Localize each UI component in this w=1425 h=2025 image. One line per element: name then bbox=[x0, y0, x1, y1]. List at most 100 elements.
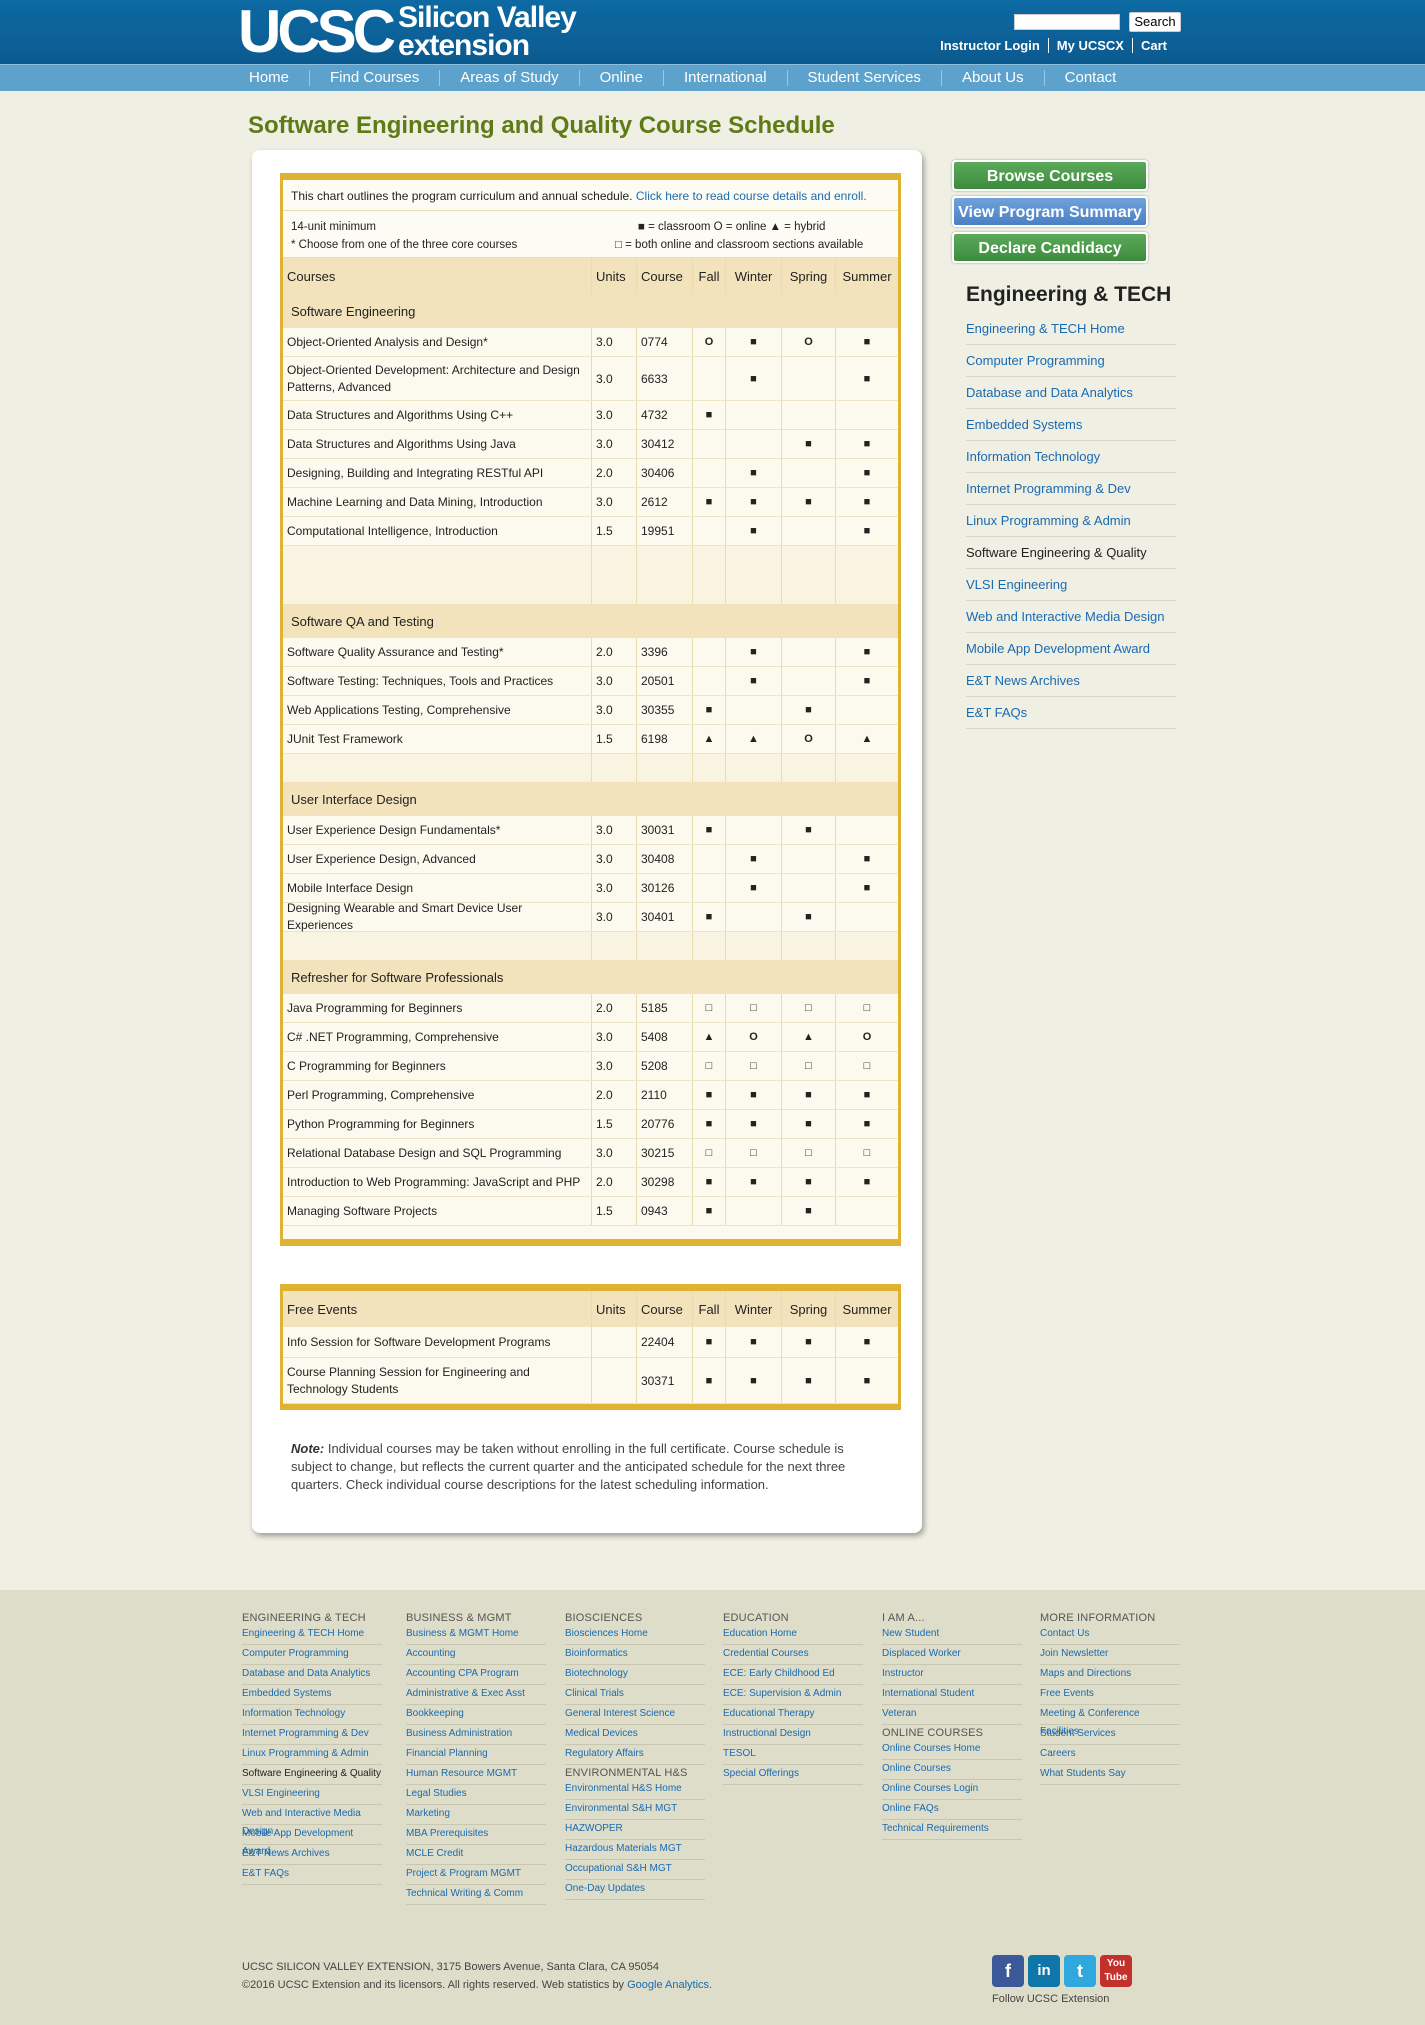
facebook-icon[interactable]: f bbox=[992, 1955, 1024, 1987]
footer-link[interactable]: Displaced Worker bbox=[882, 1645, 1022, 1665]
footer-link[interactable]: ECE: Early Childhood Ed bbox=[723, 1665, 863, 1685]
cell-course-title[interactable]: Data Structures and Algorithms Using C++ bbox=[283, 401, 592, 429]
sidebar-link[interactable]: Embedded Systems bbox=[966, 409, 1176, 441]
sidebar-link[interactable]: Internet Programming & Dev bbox=[966, 473, 1176, 505]
footer-link[interactable]: Online Courses bbox=[882, 1760, 1022, 1780]
cell-course-title[interactable]: Software Quality Assurance and Testing* bbox=[283, 638, 592, 666]
sidebar-link[interactable]: E&T FAQs bbox=[966, 697, 1176, 729]
sidebar-link[interactable]: Web and Interactive Media Design bbox=[966, 601, 1176, 633]
footer-link[interactable]: Business & MGMT Home bbox=[406, 1625, 546, 1645]
footer-link[interactable]: TESOL bbox=[723, 1745, 863, 1765]
footer-link[interactable]: Mobile App Development Award bbox=[242, 1825, 382, 1857]
footer-link[interactable]: Veteran bbox=[882, 1705, 1022, 1725]
footer-link[interactable]: Regulatory Affairs bbox=[565, 1745, 705, 1765]
footer-link[interactable]: International Student bbox=[882, 1685, 1022, 1705]
footer-link[interactable]: Instructional Design bbox=[723, 1725, 863, 1745]
sidebar-link[interactable]: Mobile App Development Award bbox=[966, 633, 1176, 665]
nav-about-us[interactable]: About Us bbox=[940, 70, 1044, 86]
cart-link[interactable]: Cart bbox=[1131, 38, 1175, 53]
sidebar-link[interactable]: E&T News Archives bbox=[966, 665, 1176, 697]
cell-course-title[interactable]: Introduction to Web Programming: JavaScr… bbox=[283, 1168, 592, 1196]
footer-link[interactable]: HAZWOPER bbox=[565, 1820, 705, 1840]
cell-course-title[interactable]: Python Programming for Beginners bbox=[283, 1110, 592, 1138]
footer-link[interactable]: Instructor bbox=[882, 1665, 1022, 1685]
footer-link[interactable]: Embedded Systems bbox=[242, 1685, 382, 1705]
cell-course-title[interactable]: Mobile Interface Design bbox=[283, 874, 592, 902]
footer-link[interactable]: Biotechnology bbox=[565, 1665, 705, 1685]
cell-course-title[interactable]: Web Applications Testing, Comprehensive bbox=[283, 696, 592, 724]
cell-course-title[interactable]: User Experience Design Fundamentals* bbox=[283, 816, 592, 844]
sidebar-link[interactable]: Linux Programming & Admin bbox=[966, 505, 1176, 537]
footer-link[interactable]: Administrative & Exec Asst bbox=[406, 1685, 546, 1705]
footer-link[interactable]: Online Courses Login bbox=[882, 1780, 1022, 1800]
cell-course-title[interactable]: Managing Software Projects bbox=[283, 1197, 592, 1225]
nav-home[interactable]: Home bbox=[234, 70, 309, 86]
cell-course-title[interactable]: Designing, Building and Integrating REST… bbox=[283, 459, 592, 487]
cell-course-title[interactable]: Machine Learning and Data Mining, Introd… bbox=[283, 488, 592, 516]
footer-link[interactable]: Financial Planning bbox=[406, 1745, 546, 1765]
course-details-link[interactable]: Click here to read course details and en… bbox=[636, 189, 867, 203]
view-program-summary-button[interactable]: View Program Summary bbox=[952, 196, 1148, 227]
footer-link[interactable]: Special Offerings bbox=[723, 1765, 863, 1785]
ucsc-extension-logo[interactable]: UCSC Silicon Valley extension bbox=[238, 2, 577, 62]
footer-link[interactable]: Environmental S&H MGT bbox=[565, 1800, 705, 1820]
nav-find-courses[interactable]: Find Courses bbox=[309, 70, 439, 86]
sidebar-link[interactable]: Information Technology bbox=[966, 441, 1176, 473]
youtube-icon[interactable]: You Tube bbox=[1100, 1955, 1132, 1987]
footer-link[interactable]: Credential Courses bbox=[723, 1645, 863, 1665]
cell-course-title[interactable]: Object-Oriented Development: Architectur… bbox=[283, 357, 592, 400]
footer-link[interactable]: Careers bbox=[1040, 1745, 1180, 1765]
footer-link[interactable]: Clinical Trials bbox=[565, 1685, 705, 1705]
footer-link[interactable]: Project & Program MGMT bbox=[406, 1865, 546, 1885]
nav-contact[interactable]: Contact bbox=[1043, 70, 1137, 86]
cell-course-title[interactable]: Perl Programming, Comprehensive bbox=[283, 1081, 592, 1109]
sidebar-link[interactable]: VLSI Engineering bbox=[966, 569, 1176, 601]
footer-link[interactable]: Education Home bbox=[723, 1625, 863, 1645]
footer-link[interactable]: Information Technology bbox=[242, 1705, 382, 1725]
cell-course-title[interactable]: Software Testing: Techniques, Tools and … bbox=[283, 667, 592, 695]
footer-link[interactable]: Online Courses Home bbox=[882, 1740, 1022, 1760]
search-button[interactable]: Search bbox=[1129, 12, 1181, 32]
cell-course-title[interactable]: Designing Wearable and Smart Device User… bbox=[283, 901, 592, 932]
footer-link[interactable]: Legal Studies bbox=[406, 1785, 546, 1805]
footer-link[interactable]: Human Resource MGMT bbox=[406, 1765, 546, 1785]
cell-course-title[interactable]: Object-Oriented Analysis and Design* bbox=[283, 328, 592, 356]
footer-link[interactable]: E&T FAQs bbox=[242, 1865, 382, 1885]
twitter-icon[interactable]: t bbox=[1064, 1955, 1096, 1987]
footer-link[interactable]: ECE: Supervision & Admin bbox=[723, 1685, 863, 1705]
cell-course-title[interactable]: Course Planning Session for Engineering … bbox=[283, 1358, 592, 1403]
my-ucscx-link[interactable]: My UCSCX bbox=[1047, 38, 1132, 53]
footer-link[interactable]: Contact Us bbox=[1040, 1625, 1180, 1645]
cell-course-title[interactable]: Info Session for Software Development Pr… bbox=[283, 1327, 592, 1357]
cell-course-title[interactable]: Relational Database Design and SQL Progr… bbox=[283, 1139, 592, 1167]
sidebar-link[interactable]: Software Engineering & Quality bbox=[966, 537, 1176, 569]
sidebar-link[interactable]: Database and Data Analytics bbox=[966, 377, 1176, 409]
footer-link[interactable]: Web and Interactive Media Design bbox=[242, 1805, 382, 1837]
footer-link[interactable]: Accounting CPA Program bbox=[406, 1665, 546, 1685]
footer-link[interactable]: Technical Requirements bbox=[882, 1820, 1022, 1840]
nav-student-services[interactable]: Student Services bbox=[786, 70, 941, 86]
cell-course-title[interactable]: User Experience Design, Advanced bbox=[283, 845, 592, 873]
footer-link[interactable]: Hazardous Materials MGT bbox=[565, 1840, 705, 1860]
cell-course-title[interactable]: Computational Intelligence, Introduction bbox=[283, 517, 592, 545]
search-input[interactable] bbox=[1014, 14, 1120, 30]
footer-link[interactable]: Database and Data Analytics bbox=[242, 1665, 382, 1685]
cell-course-title[interactable]: JUnit Test Framework bbox=[283, 725, 592, 753]
footer-link[interactable]: Technical Writing & Comm bbox=[406, 1885, 546, 1905]
footer-link[interactable]: Bookkeeping bbox=[406, 1705, 546, 1725]
footer-link[interactable]: Join Newsletter bbox=[1040, 1645, 1180, 1665]
nav-online[interactable]: Online bbox=[578, 70, 663, 86]
footer-link[interactable]: MCLE Credit bbox=[406, 1845, 546, 1865]
google-analytics-link[interactable]: Google Analytics. bbox=[627, 1979, 712, 1991]
footer-link[interactable]: Bioinformatics bbox=[565, 1645, 705, 1665]
footer-link[interactable]: Online FAQs bbox=[882, 1800, 1022, 1820]
cell-course-title[interactable]: Java Programming for Beginners bbox=[283, 994, 592, 1022]
declare-candidacy-button[interactable]: Declare Candidacy bbox=[952, 232, 1148, 263]
nav-areas-of-study[interactable]: Areas of Study bbox=[439, 70, 578, 86]
browse-courses-button[interactable]: Browse Courses bbox=[952, 160, 1148, 191]
footer-link[interactable]: Biosciences Home bbox=[565, 1625, 705, 1645]
footer-link[interactable]: Medical Devices bbox=[565, 1725, 705, 1745]
footer-link[interactable]: One-Day Updates bbox=[565, 1880, 705, 1900]
footer-link[interactable]: Business Administration bbox=[406, 1725, 546, 1745]
footer-link[interactable]: MBA Prerequisites bbox=[406, 1825, 546, 1845]
